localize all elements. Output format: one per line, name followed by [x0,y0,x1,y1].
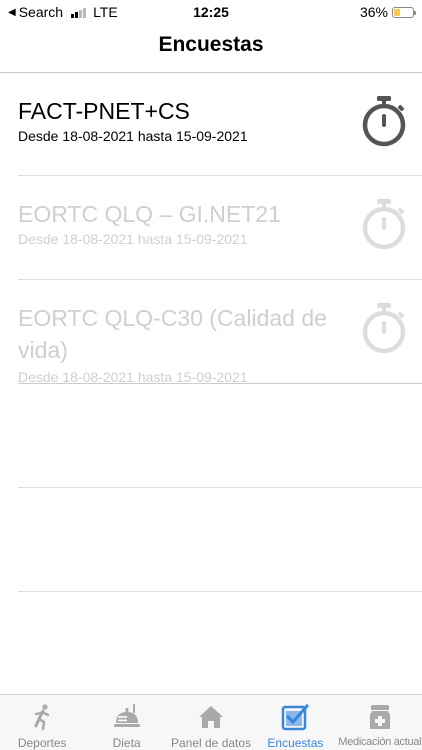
survey-row-eortc-c30[interactable]: EORTC QLQ-C30 (Calidad de vida) Desde 18… [18,280,422,385]
house-icon [199,706,224,728]
battery-tip [414,10,416,15]
status-time: 12:25 [193,4,229,20]
tab-label: Deportes [17,736,67,750]
tab-bar: Deportes Dieta Panel de datos Encuestas [0,694,422,750]
battery-icon [392,6,416,18]
stopwatch-icon [362,199,406,250]
tab-label: Medicación actual [338,736,422,748]
survey-row-fact-pnet-cs[interactable]: FACT-PNET+CS Desde 18-08-2021 hasta 15-0… [18,73,422,176]
survey-title: EORTC QLQ – GI.NET21 [18,201,281,227]
tab-panel-de-datos[interactable]: Panel de datos [169,695,253,750]
checkbox-icon [282,704,310,731]
battery-percent: 36% [359,4,388,20]
page-title: Encuestas [158,33,264,56]
food-tray-icon [113,704,140,727]
tab-dieta[interactable]: Dieta [84,695,168,750]
tab-encuestas[interactable]: Encuestas [253,695,337,750]
status-bar: ◀ Search LTE 12:25 36% [0,0,422,24]
tab-label: Dieta [112,736,141,750]
navigation-bar: Encuestas [0,24,422,73]
survey-title: EORTC QLQ-C30 (Calidad de vida) [18,305,327,363]
survey-dates: Desde 18-08-2021 hasta 15-09-2021 [18,369,248,385]
stopwatch-icon [362,303,406,354]
status-right: 36% [359,4,416,20]
survey-dates: Desde 18-08-2021 hasta 15-09-2021 [18,231,248,247]
tab-deportes[interactable]: Deportes [0,695,84,750]
survey-title: FACT-PNET+CS [18,98,190,124]
survey-list: FACT-PNET+CS Desde 18-08-2021 hasta 15-0… [0,73,422,592]
survey-dates: Desde 18-08-2021 hasta 15-09-2021 [18,128,248,144]
survey-row-eortc-gi-net21[interactable]: EORTC QLQ – GI.NET21 Desde 18-08-2021 ha… [18,176,422,280]
running-person-icon [34,704,50,731]
tab-label: Encuestas [267,736,324,750]
empty-row [18,384,422,488]
medicine-bottle-icon [369,705,390,729]
battery-fill [394,8,401,16]
stopwatch-icon[interactable] [360,95,408,147]
empty-row [18,488,422,592]
tab-label: Panel de datos [170,736,252,750]
tab-medicacion-actual[interactable]: Medicación actual [338,695,422,750]
